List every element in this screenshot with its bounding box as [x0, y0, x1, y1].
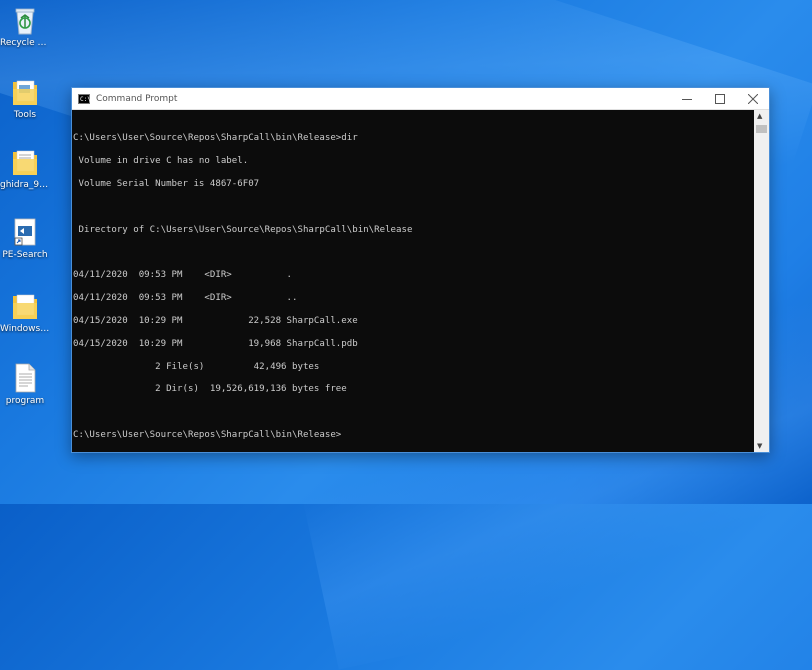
maximize-button[interactable] [703, 88, 736, 109]
minimize-button[interactable] [670, 88, 703, 109]
console-output[interactable]: C:\Users\User\Source\Repos\SharpCall\bin… [72, 110, 754, 452]
text-file-icon [10, 362, 40, 394]
cmd-app-icon: C:\ [78, 93, 91, 104]
scroll-up-icon[interactable]: ▲ [757, 112, 762, 120]
desktop-icon-label: ghidra_9.0.4 [0, 180, 50, 190]
console-line: 2 Dir(s) 19,526,619,136 bytes free [73, 384, 347, 395]
recycle-bin-icon [10, 4, 40, 36]
desktop-icon-recycle-bin[interactable]: Recycle Bin [0, 4, 50, 49]
console-line: 04/11/2020 09:53 PM <DIR> .. [73, 293, 298, 304]
folder-icon [10, 146, 40, 178]
desktop-icon-label: program [5, 396, 45, 406]
desktop-icon-pe-search[interactable]: PE-Search [0, 216, 50, 261]
desktop-icon-ghidra[interactable]: ghidra_9.0.4 [0, 146, 50, 191]
desktop-icon-label: PE-Search [2, 250, 48, 260]
vertical-scrollbar[interactable]: ▲ ▼ [754, 110, 769, 452]
desktop-icon-windowsin[interactable]: WindowsIn... [0, 290, 50, 335]
console-line: 04/15/2020 10:29 PM 19,968 SharpCall.pdb [73, 338, 358, 349]
desktop-icon-label: Tools [13, 110, 37, 120]
close-icon [747, 93, 758, 104]
minimize-icon [681, 98, 692, 100]
console-line: Directory of C:\Users\User\Source\Repos\… [73, 224, 413, 235]
shortcut-icon [10, 216, 40, 248]
desktop-icon-label: WindowsIn... [0, 324, 50, 334]
close-button[interactable] [736, 88, 769, 109]
scroll-thumb[interactable] [756, 125, 767, 133]
console-prompt-line: C:\Users\User\Source\Repos\SharpCall\bin… [73, 429, 342, 440]
desktop-icon-program[interactable]: program [0, 362, 50, 407]
console-line: 04/15/2020 10:29 PM 22,528 SharpCall.exe [73, 315, 358, 326]
command-prompt-window[interactable]: C:\ Command Prompt C:\Users\User\Source\… [71, 87, 770, 453]
console-line: Volume in drive C has no label. [73, 156, 249, 167]
folder-icon [10, 290, 40, 322]
maximize-icon [714, 93, 725, 104]
console-line: C:\Users\User\Source\Repos\SharpCall\bin… [73, 133, 358, 144]
console-line: 2 File(s) 42,496 bytes [73, 361, 320, 372]
window-controls [670, 88, 769, 109]
console-line: Volume Serial Number is 4867-6F07 [73, 179, 260, 190]
desktop-icon-label: Recycle Bin [0, 38, 50, 48]
title-bar[interactable]: C:\ Command Prompt [72, 88, 769, 110]
folder-icon [10, 76, 40, 108]
window-title: Command Prompt [96, 93, 178, 104]
desktop-icon-tools[interactable]: Tools [0, 76, 50, 121]
console-line: 04/11/2020 09:53 PM <DIR> . [73, 270, 292, 281]
scroll-down-icon[interactable]: ▼ [757, 442, 762, 450]
